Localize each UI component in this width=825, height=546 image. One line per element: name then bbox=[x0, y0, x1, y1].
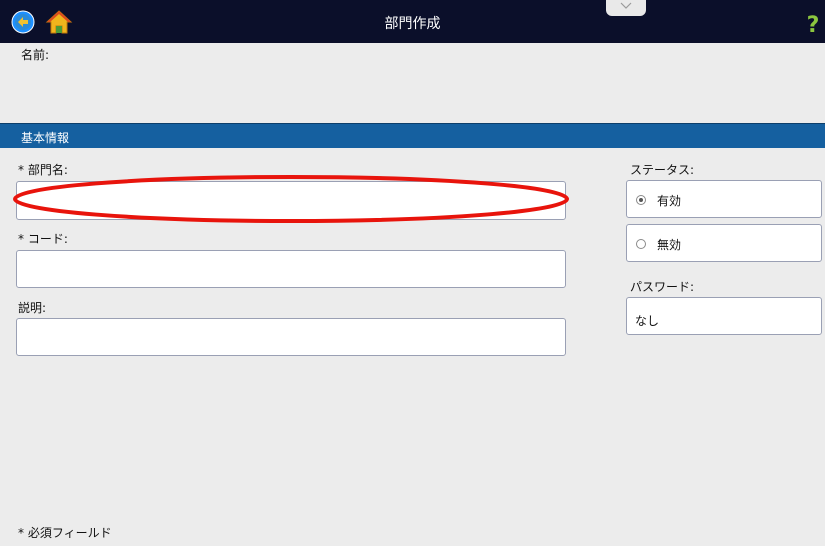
code-label: * コード: bbox=[18, 232, 68, 246]
status-label: ステータス: bbox=[630, 163, 695, 177]
radio-checked-icon[interactable] bbox=[636, 195, 646, 205]
chevron-down-icon bbox=[620, 2, 632, 9]
description-input[interactable] bbox=[16, 318, 566, 356]
status-option-label: 有効 bbox=[657, 194, 682, 208]
section-header-basic-info: 基本情報 bbox=[0, 123, 825, 148]
section-title: 基本情報 bbox=[21, 131, 70, 145]
page-title: 部門作成 bbox=[384, 16, 441, 32]
password-value: なし bbox=[635, 314, 660, 328]
status-option-label: 無効 bbox=[657, 238, 682, 252]
status-option-disabled[interactable]: 無効 bbox=[626, 224, 822, 262]
radio-unchecked-icon[interactable] bbox=[636, 239, 646, 249]
required-fields-note: * 必須フィールド bbox=[18, 526, 112, 540]
top-bar: 部門作成 ? bbox=[0, 0, 825, 43]
help-icon[interactable]: ? bbox=[803, 14, 823, 38]
password-label: パスワード: bbox=[630, 280, 695, 294]
status-option-enabled[interactable]: 有効 bbox=[626, 180, 822, 218]
name-label: 名前: bbox=[21, 48, 50, 62]
code-input[interactable] bbox=[16, 250, 566, 288]
password-field[interactable]: なし bbox=[626, 297, 822, 335]
department-name-label: * 部門名: bbox=[18, 163, 68, 177]
pulldown-tab[interactable] bbox=[606, 0, 646, 16]
department-name-input[interactable] bbox=[16, 181, 566, 220]
description-label: 説明: bbox=[18, 301, 47, 315]
